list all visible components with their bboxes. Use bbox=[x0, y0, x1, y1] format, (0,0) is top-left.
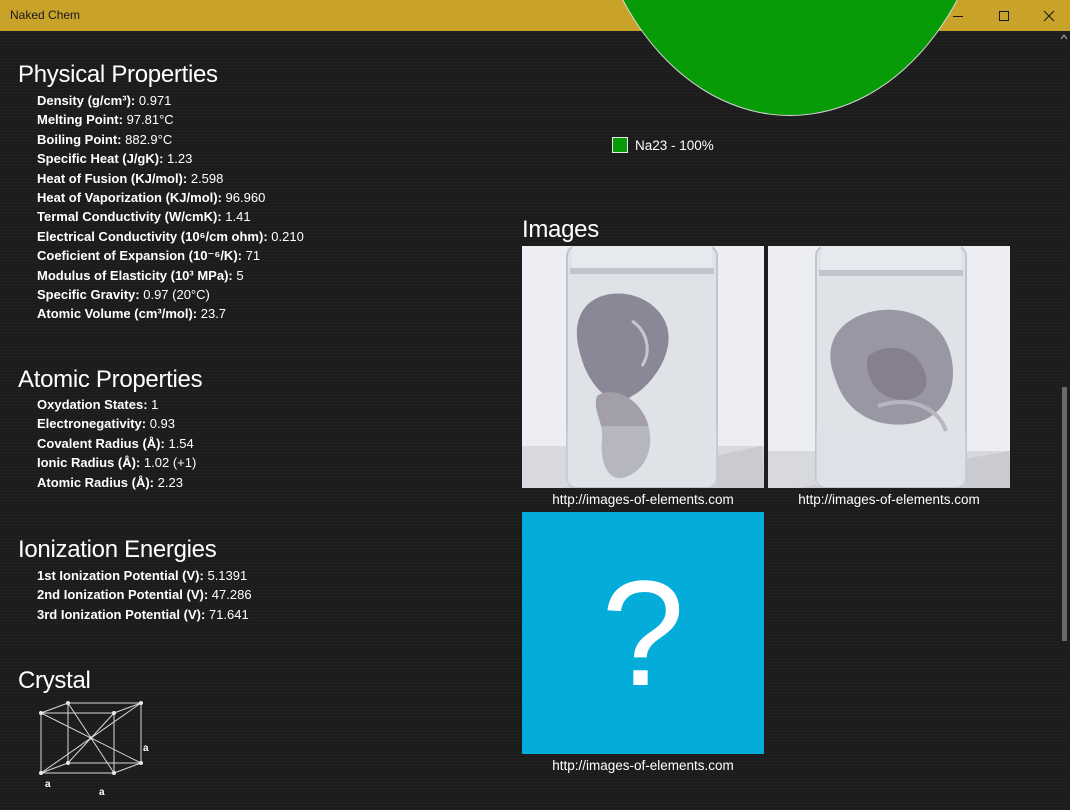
property-value: 0.97 (20°C) bbox=[143, 287, 210, 303]
property-value: 1 bbox=[151, 397, 159, 412]
property-row: 2nd Ionization Potential (V): 47.286 bbox=[37, 585, 252, 604]
property-value: 96.960 bbox=[225, 190, 266, 206]
property-label: Specific Heat (J/gK): bbox=[37, 151, 164, 167]
property-value: 1.02 (+1) bbox=[143, 455, 197, 471]
minimize-icon bbox=[953, 15, 963, 17]
property-value: 0.971 bbox=[138, 93, 172, 108]
property-row: Specific Heat (J/gK): 1.23 bbox=[37, 149, 304, 168]
atomic-properties-title: Atomic Properties bbox=[18, 366, 203, 393]
atomic-properties-list: Oxydation States: 1 Electronegativity: 0.… bbox=[37, 395, 196, 492]
property-label: Electrical Conductivity (10⁶/cm ohm): bbox=[37, 228, 268, 244]
crystal-edge-label-bottom: a bbox=[99, 787, 105, 798]
ionization-energies-title: Ionization Energies bbox=[18, 536, 217, 563]
maximize-button[interactable] bbox=[981, 0, 1027, 31]
sodium-sample-photo bbox=[522, 246, 764, 488]
property-value: 47.286 bbox=[211, 587, 252, 603]
maximize-icon bbox=[999, 10, 1009, 21]
property-label: Melting Point: bbox=[37, 112, 123, 128]
property-value: 0.93 bbox=[149, 416, 176, 432]
crystal-edge-label-right: a bbox=[143, 743, 149, 754]
property-row: Atomic Volume (cm³/mol): 23.7 bbox=[37, 304, 304, 323]
app-title: Naked Chem bbox=[10, 8, 81, 22]
property-label: Density (g/cm³): bbox=[37, 93, 136, 108]
property-row: Boiling Point: 882.9°C bbox=[37, 130, 304, 149]
scroll-up-icon[interactable] bbox=[1060, 33, 1068, 41]
property-value: 1.23 bbox=[167, 151, 193, 167]
property-value: 1.54 bbox=[168, 435, 194, 451]
property-label: Modulus of Elasticity (10³ MPa): bbox=[37, 267, 233, 283]
property-value: 97.81°C bbox=[126, 112, 174, 128]
element-image-3-placeholder[interactable]: ? bbox=[522, 512, 764, 754]
property-row: Termal Conductivity (W/cmK): 1.41 bbox=[37, 207, 304, 226]
ionization-energies-list: 1st Ionization Potential (V): 5.1391 2nd … bbox=[37, 566, 252, 624]
property-label: Termal Conductivity (W/cmK): bbox=[37, 209, 222, 225]
property-row: Electronegativity: 0.93 bbox=[37, 414, 196, 433]
property-value: 2.23 bbox=[157, 474, 183, 490]
scrollbar-thumb[interactable] bbox=[1062, 387, 1067, 641]
property-row: Ionic Radius (Å): 1.02 (+1) bbox=[37, 453, 196, 472]
vertical-scrollbar[interactable] bbox=[1058, 31, 1070, 810]
property-row: Specific Gravity: 0.97 (20°C) bbox=[37, 285, 304, 304]
property-row: Coeficient of Expansion (10⁻⁶/K): 71 bbox=[37, 246, 304, 265]
property-value: 71 bbox=[245, 248, 261, 264]
property-label: Coeficient of Expansion (10⁻⁶/K): bbox=[37, 248, 242, 264]
property-value: 23.7 bbox=[200, 306, 227, 322]
sodium-sample-photo bbox=[768, 246, 1010, 488]
property-label: Ionic Radius (Å): bbox=[37, 455, 141, 471]
property-label: Boiling Point: bbox=[37, 131, 122, 147]
property-label: Electronegativity: bbox=[37, 416, 147, 432]
property-value: 71.641 bbox=[208, 606, 249, 622]
image-caption[interactable]: http://images-of-elements.com bbox=[768, 492, 1010, 507]
property-value: 5.1391 bbox=[207, 568, 248, 583]
crystal-title: Crystal bbox=[18, 667, 91, 694]
property-row: Modulus of Elasticity (10³ MPa): 5 bbox=[37, 266, 304, 285]
close-icon bbox=[1043, 10, 1055, 21]
property-value: 882.9°C bbox=[125, 131, 173, 147]
isotope-pie-chart bbox=[585, 0, 995, 116]
property-row: Density (g/cm³): 0.971 bbox=[37, 91, 304, 110]
images-title: Images bbox=[522, 216, 599, 243]
legend-swatch bbox=[612, 137, 628, 153]
property-row: Heat of Fusion (KJ/mol): 2.598 bbox=[37, 169, 304, 188]
property-label: Oxydation States: bbox=[37, 397, 148, 412]
property-row: Covalent Radius (Å): 1.54 bbox=[37, 434, 196, 453]
property-label: Atomic Volume (cm³/mol): bbox=[37, 306, 198, 322]
property-value: 1.41 bbox=[225, 209, 251, 225]
property-label: Specific Gravity: bbox=[37, 287, 140, 303]
image-caption[interactable]: http://images-of-elements.com bbox=[522, 492, 764, 507]
physical-properties-title: Physical Properties bbox=[18, 61, 218, 88]
property-value: 5 bbox=[236, 267, 244, 283]
property-row: 1st Ionization Potential (V): 5.1391 bbox=[37, 566, 252, 585]
physical-properties-list: Density (g/cm³): 0.971 Melting Point: 97.… bbox=[37, 91, 304, 324]
property-value: 2.598 bbox=[190, 170, 224, 186]
property-label: Atomic Radius (Å): bbox=[37, 474, 154, 490]
property-row: Melting Point: 97.81°C bbox=[37, 110, 304, 129]
property-label: 2nd Ionization Potential (V): bbox=[37, 587, 209, 603]
property-label: Heat of Vaporization (KJ/mol): bbox=[37, 190, 222, 206]
property-row: Oxydation States: 1 bbox=[37, 395, 196, 414]
element-image-2[interactable] bbox=[768, 246, 1010, 488]
property-label: Covalent Radius (Å): bbox=[37, 435, 165, 451]
close-button[interactable] bbox=[1026, 0, 1070, 31]
property-row: Atomic Radius (Å): 2.23 bbox=[37, 473, 196, 492]
property-row: Heat of Vaporization (KJ/mol): 96.960 bbox=[37, 188, 304, 207]
question-mark-icon: ? bbox=[601, 549, 685, 717]
element-image-1[interactable] bbox=[522, 246, 764, 488]
property-value: 0.210 bbox=[271, 228, 304, 244]
property-row: Electrical Conductivity (10⁶/cm ohm): 0.… bbox=[37, 227, 304, 246]
property-row: 3rd Ionization Potential (V): 71.641 bbox=[37, 605, 252, 624]
crystal-structure-diagram: a a a bbox=[39, 701, 149, 798]
property-label: Heat of Fusion (KJ/mol): bbox=[37, 170, 188, 186]
property-label: 3rd Ionization Potential (V): bbox=[37, 606, 206, 622]
legend-label: Na23 - 100% bbox=[635, 137, 714, 153]
isotope-legend: Na23 - 100% bbox=[612, 137, 714, 153]
crystal-edge-label-left: a bbox=[45, 779, 51, 790]
image-caption[interactable]: http://images-of-elements.com bbox=[522, 758, 764, 773]
property-label: 1st Ionization Potential (V): bbox=[37, 568, 204, 583]
